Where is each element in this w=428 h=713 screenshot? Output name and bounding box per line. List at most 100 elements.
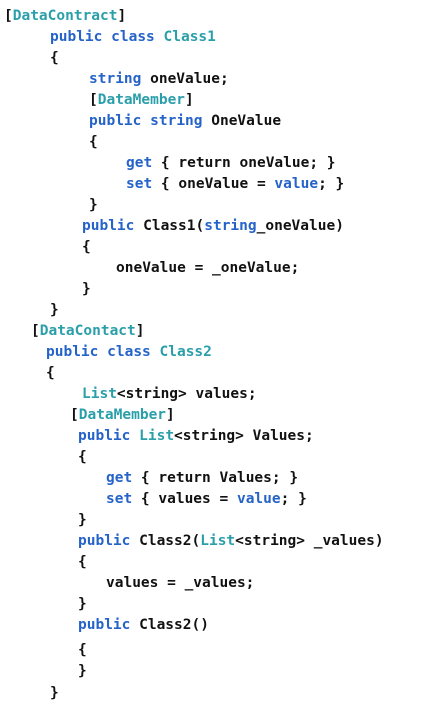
code-token-plain: }	[50, 685, 59, 701]
code-token-plain: <string> _values)	[235, 533, 384, 549]
code-token-kw: public	[89, 113, 142, 129]
code-token-plain: Class2(	[130, 533, 201, 549]
code-token-attr: DataMember	[97, 92, 186, 108]
code-line: public string OneValue	[89, 111, 281, 131]
code-token-plain: [	[89, 92, 98, 108]
code-token-plain: ]	[117, 8, 127, 24]
code-line: {	[89, 132, 98, 152]
code-token-type: List	[139, 428, 175, 444]
code-line: {	[78, 447, 87, 467]
code-token-plain: oneValue = _oneValue;	[116, 260, 300, 276]
code-token-kw: public	[78, 533, 131, 549]
code-token-plain: ; }	[318, 176, 345, 192]
code-token-plain: [	[4, 8, 13, 24]
code-line: get { return Values; }	[106, 468, 298, 488]
code-token-kw: string	[204, 218, 257, 234]
code-line: oneValue = _oneValue;	[116, 258, 299, 278]
code-token-kw: public	[78, 617, 131, 633]
code-line: get { return oneValue; }	[126, 153, 336, 173]
code-line: set { values = value; }	[106, 489, 307, 509]
code-line: }	[82, 279, 91, 299]
code-token-kw: string	[89, 71, 142, 87]
code-token-plain: {	[82, 239, 91, 255]
code-token-plain: [	[31, 323, 40, 339]
code-token-plain: <string> Values;	[174, 428, 314, 444]
code-token-type: List	[82, 386, 117, 402]
code-token-type: Class1	[163, 29, 216, 45]
code-token-plain: ; }	[280, 491, 307, 507]
code-line: {	[46, 363, 55, 383]
code-token-plain: }	[82, 281, 91, 297]
code-token-plain: {	[89, 134, 98, 150]
code-token-plain: Class1(	[134, 218, 205, 234]
code-line: }	[50, 683, 59, 703]
code-token-kw: value	[274, 176, 319, 192]
code-token-plain: Class2()	[130, 617, 209, 633]
code-line: {	[78, 640, 87, 660]
code-token-plain: {	[78, 554, 87, 570]
code-line: [DataMember]	[89, 90, 194, 110]
code-line: set { oneValue = value; }	[126, 174, 344, 194]
code-token-kw: set	[106, 491, 133, 507]
code-line: }	[89, 195, 98, 215]
code-token-plain: {	[78, 449, 87, 465]
code-token-plain: }	[50, 302, 59, 318]
code-token-kw: get	[106, 470, 133, 486]
code-line: string oneValue;	[89, 69, 229, 89]
code-line: {	[82, 237, 91, 257]
code-line: }	[50, 300, 59, 320]
code-token-kw: class	[111, 29, 155, 45]
code-line: public List<string> Values;	[78, 426, 314, 446]
code-token-plain: {	[78, 642, 87, 658]
code-token-plain: ]	[135, 323, 145, 339]
code-token-plain: ]	[166, 407, 175, 423]
code-line: {	[78, 552, 87, 572]
code-line: }	[78, 661, 87, 681]
code-token-kw: class	[107, 344, 151, 360]
code-token-kw: public	[78, 428, 131, 444]
code-snippet: [DataContract] public class Class1{string…	[0, 0, 428, 713]
code-token-plain: _oneValue)	[256, 218, 344, 234]
code-token-type: Class2	[159, 344, 212, 360]
code-token-plain: { values =	[132, 491, 237, 507]
code-token-type: List	[200, 533, 236, 549]
code-token-plain: {	[50, 50, 59, 66]
code-line: [DataContract]	[4, 6, 126, 26]
code-token-plain: <string> values;	[116, 386, 257, 402]
code-line: public Class1(string_oneValue)	[82, 216, 344, 236]
code-token-plain: ]	[185, 92, 194, 108]
code-token-plain: OneValue	[202, 113, 282, 129]
code-token-plain: {	[46, 365, 55, 381]
code-token-plain: { return Values; }	[132, 470, 299, 486]
code-line: {	[50, 48, 59, 68]
code-line: }	[78, 510, 87, 530]
code-token-plain: }	[78, 596, 87, 612]
code-line: [DataContact]	[31, 321, 145, 341]
code-line: public Class2(List<string> _values)	[78, 531, 384, 551]
code-token-plain: [	[70, 407, 79, 423]
code-token-kw: public	[46, 344, 99, 360]
code-token-plain: { oneValue =	[152, 176, 275, 192]
code-token-kw: value	[236, 491, 281, 507]
code-line: public class Class1	[50, 27, 216, 47]
code-token-plain: { return oneValue; }	[152, 155, 336, 171]
code-line: List<string> values;	[82, 384, 257, 404]
code-token-plain: oneValue;	[141, 71, 229, 87]
code-line: }	[78, 594, 87, 614]
code-token-plain: }	[89, 197, 98, 213]
code-token-attr: DataMember	[78, 407, 167, 423]
code-token-kw: public	[82, 218, 135, 234]
code-token-kw: set	[126, 176, 153, 192]
code-token-attr: DataContract	[12, 8, 118, 24]
code-line: [DataMember]	[70, 405, 175, 425]
code-token-attr: DataContact	[39, 323, 136, 339]
code-token-kw: string	[150, 113, 203, 129]
code-token-kw: public	[50, 29, 103, 45]
code-token-kw: get	[126, 155, 153, 171]
